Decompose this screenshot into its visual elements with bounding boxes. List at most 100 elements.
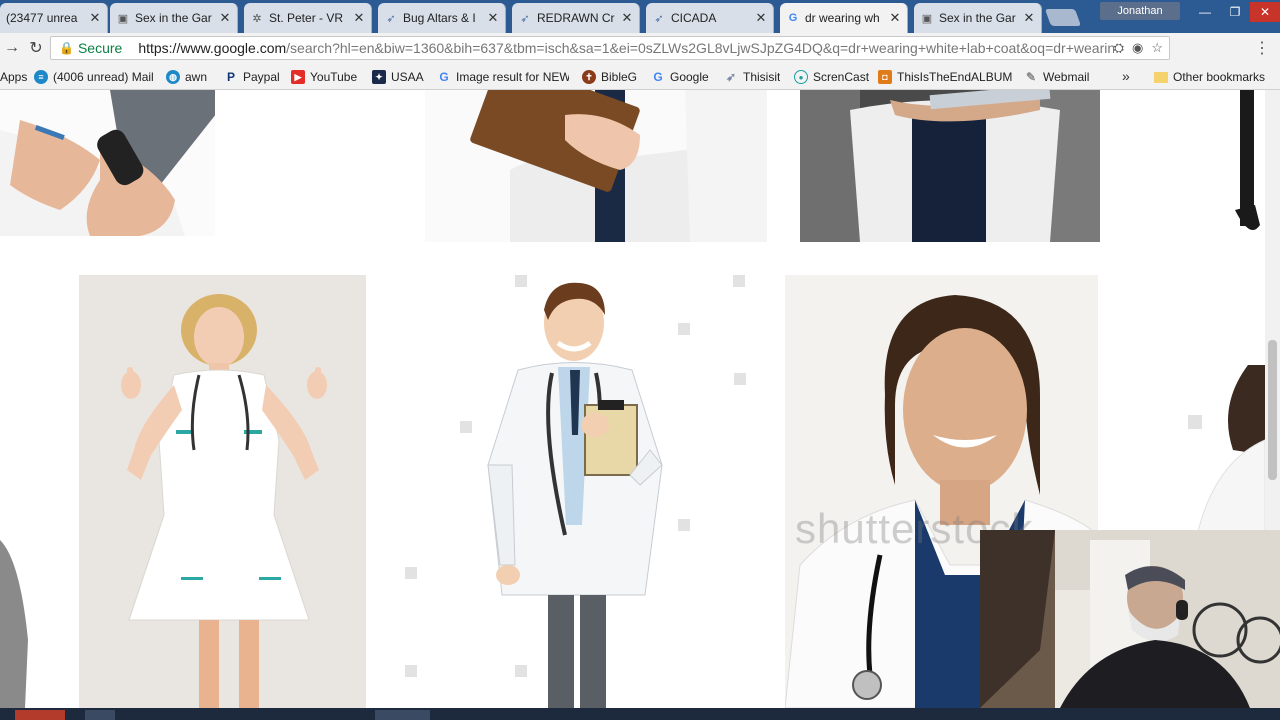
extension-icon[interactable]: ⛭ bbox=[1114, 40, 1124, 56]
close-icon[interactable]: ✕ bbox=[621, 10, 633, 26]
tab-st-peter[interactable]: ✲ St. Peter - VR ✕ bbox=[244, 3, 372, 33]
bookmark-awn[interactable]: ◍ awn bbox=[166, 68, 207, 86]
doctor-clipboard-image bbox=[425, 90, 767, 242]
cartoon-doctor-image bbox=[400, 275, 750, 708]
tab-sex-in-the-garden-2[interactable]: ▣ Sex in the Gar ✕ bbox=[914, 3, 1042, 33]
tab-label: (23477 unrea bbox=[6, 11, 78, 25]
reload-icon[interactable]: ↻ bbox=[24, 36, 48, 60]
tab-sex-in-the-garden[interactable]: ▣ Sex in the Gar ✕ bbox=[110, 3, 238, 33]
result-image-nurse-thumbs-up[interactable] bbox=[79, 275, 366, 708]
result-image-cropped-left[interactable] bbox=[0, 520, 32, 708]
bookmark-youtube[interactable]: ▶ YouTube bbox=[291, 68, 357, 86]
bookmark-label: Apps bbox=[0, 70, 28, 84]
taskbar-item[interactable] bbox=[85, 710, 115, 720]
tab-label: Sex in the Gar bbox=[135, 11, 212, 25]
close-icon[interactable]: ✕ bbox=[353, 10, 365, 26]
cropped-image bbox=[0, 540, 28, 708]
bookmarks-bar: Apps ≡ (4006 unread) Mail ◍ awn P Paypal… bbox=[0, 63, 1280, 90]
bookmark-usaa[interactable]: ✦ USAA bbox=[372, 68, 424, 86]
gear-icon: ✲ bbox=[252, 12, 262, 25]
webcam-person-image bbox=[980, 530, 1280, 708]
bookmark-thisistheend[interactable]: ◘ ThisIsTheEndALBUM bbox=[878, 68, 1012, 86]
url-path: /search?hl=en&biw=1360&bih=637&tbm=isch&… bbox=[286, 40, 1170, 56]
tab-label: St. Peter - VR bbox=[269, 11, 344, 25]
globe-icon: ◍ bbox=[166, 70, 180, 84]
cropped-image bbox=[1235, 90, 1260, 230]
bookmark-label: Google bbox=[670, 70, 709, 84]
tab-mail[interactable]: (23477 unrea ✕ bbox=[0, 3, 108, 33]
bookmark-label: BibleG bbox=[601, 70, 638, 84]
tab-cicada[interactable]: ➶ CICADA ✕ bbox=[646, 3, 774, 33]
google-icon: G bbox=[788, 12, 798, 24]
minimize-icon[interactable]: — bbox=[1190, 2, 1220, 22]
bookmark-label: ThisIsTheEndALBUM bbox=[897, 70, 1012, 84]
page-icon: ▣ bbox=[117, 12, 129, 25]
folder-icon bbox=[1154, 71, 1168, 83]
result-image-clipboard-coat[interactable] bbox=[425, 90, 767, 242]
bookmark-image-result[interactable]: G Image result for NEW bbox=[437, 68, 569, 86]
bookmark-other[interactable]: Other bookmarks bbox=[1154, 68, 1265, 86]
chevron-double-right-icon[interactable]: » bbox=[1122, 68, 1130, 84]
taskbar-item[interactable] bbox=[375, 710, 430, 720]
att-icon: ≡ bbox=[34, 70, 48, 84]
restore-icon[interactable]: ❐ bbox=[1220, 2, 1250, 22]
result-image-clipboard-hands[interactable] bbox=[0, 90, 215, 236]
bookmark-webmail[interactable]: ✎ Webmail bbox=[1024, 68, 1090, 86]
bookmark-thisisit[interactable]: ➶ Thisisit bbox=[724, 68, 780, 86]
tab-label: REDRAWN Cr bbox=[537, 11, 615, 25]
close-icon[interactable]: ✕ bbox=[89, 10, 101, 26]
tab-strip: (23477 unrea ✕ ▣ Sex in the Gar ✕ ✲ St. … bbox=[0, 0, 1280, 33]
bookmark-label: USAA bbox=[391, 70, 424, 84]
tab-label: CICADA bbox=[671, 11, 717, 25]
google-icon: G bbox=[653, 70, 663, 84]
webcam-overlay bbox=[980, 530, 1280, 708]
taskbar-item[interactable] bbox=[15, 710, 65, 720]
lock-icon: 🔒 bbox=[59, 41, 74, 55]
close-icon[interactable]: ✕ bbox=[889, 10, 901, 26]
close-icon[interactable]: ✕ bbox=[755, 10, 767, 26]
feather-icon: ➶ bbox=[386, 12, 396, 25]
close-icon[interactable]: ✕ bbox=[1023, 10, 1035, 26]
bible-icon: ✝ bbox=[582, 70, 596, 84]
close-window-icon[interactable]: ✕ bbox=[1250, 2, 1280, 22]
scrollbar-thumb[interactable] bbox=[1268, 340, 1277, 480]
close-icon[interactable]: ✕ bbox=[219, 10, 231, 26]
bookmark-label: awn bbox=[185, 70, 208, 84]
bookmark-label: Other bookmarks bbox=[1173, 70, 1266, 84]
taskbar bbox=[0, 708, 1280, 720]
screencast-icon: ● bbox=[794, 70, 808, 84]
tab-redrawn[interactable]: ➶ REDRAWN Cr ✕ bbox=[512, 3, 640, 33]
close-icon[interactable]: ✕ bbox=[487, 10, 499, 26]
bookmark-mail[interactable]: ≡ (4006 unread) Mail bbox=[34, 68, 154, 86]
bookmark-label: Thisisit bbox=[743, 70, 781, 84]
bookmark-paypal[interactable]: P Paypal bbox=[224, 68, 280, 86]
doctor-tablet-image bbox=[800, 90, 1100, 242]
star-icon[interactable]: ☆ bbox=[1151, 40, 1163, 56]
feather-icon: ➶ bbox=[654, 12, 664, 25]
target-icon[interactable]: ◉ bbox=[1132, 40, 1143, 56]
tab-bug-altars[interactable]: ➶ Bug Altars & I ✕ bbox=[378, 3, 506, 33]
bookmark-apps[interactable]: Apps bbox=[0, 68, 27, 86]
bookmark-screncast[interactable]: ● ScrenCast bbox=[794, 68, 869, 86]
address-bar[interactable]: 🔒 Secure https://www.google.com /search?… bbox=[50, 36, 1170, 60]
result-image-doctor-tablet[interactable] bbox=[800, 90, 1100, 242]
tab-dr-wearing-white[interactable]: G dr wearing wh ✕ bbox=[780, 3, 908, 33]
menu-icon[interactable]: ⋮ bbox=[1252, 36, 1272, 60]
result-image-cropped-right-top[interactable] bbox=[1230, 90, 1265, 236]
tab-label: Bug Altars & I bbox=[403, 11, 476, 25]
new-tab-button[interactable] bbox=[1044, 9, 1082, 26]
result-image-cartoon-doctor[interactable] bbox=[400, 275, 750, 708]
youtube-icon: ▶ bbox=[291, 70, 305, 84]
tab-label: Sex in the Gar bbox=[939, 11, 1016, 25]
feather-icon: ➶ bbox=[725, 70, 737, 84]
url-host: https://www.google.com bbox=[138, 40, 287, 56]
bookmark-bibleg[interactable]: ✝ BibleG bbox=[582, 68, 637, 86]
bookmark-google[interactable]: G Google bbox=[651, 68, 709, 86]
profile-button[interactable]: Jonathan bbox=[1100, 2, 1180, 20]
google-icon: G bbox=[439, 70, 449, 84]
bookmark-label: Paypal bbox=[243, 70, 280, 84]
feather-icon: ➶ bbox=[520, 12, 530, 25]
forward-icon[interactable]: → bbox=[0, 36, 24, 60]
browser-window: (23477 unrea ✕ ▣ Sex in the Gar ✕ ✲ St. … bbox=[0, 0, 1280, 720]
page-icon: ▣ bbox=[921, 12, 933, 25]
